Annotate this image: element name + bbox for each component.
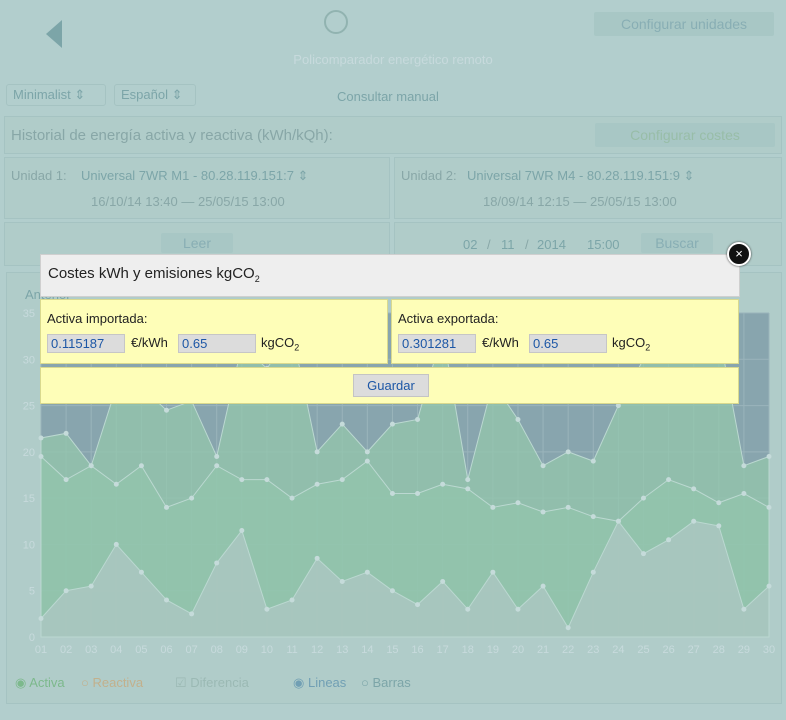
modal-title-sub: 2 bbox=[254, 274, 260, 284]
modal-title: Costes kWh y emisiones kgCO2 bbox=[48, 265, 260, 284]
exported-emission-unit: kgCO2 bbox=[612, 335, 650, 353]
exported-panel bbox=[391, 299, 739, 364]
exported-cost-unit: €/kWh bbox=[482, 335, 519, 350]
exported-cost-input[interactable]: 0.301281 bbox=[398, 334, 476, 353]
imported-emission-input[interactable]: 0.65 bbox=[178, 334, 256, 353]
imported-cost-unit: €/kWh bbox=[131, 335, 168, 350]
save-button[interactable]: Guardar bbox=[353, 374, 429, 397]
imported-label: Activa importada: bbox=[47, 311, 148, 326]
imported-panel bbox=[40, 299, 388, 364]
exported-emission-input[interactable]: 0.65 bbox=[529, 334, 607, 353]
exported-emission-unit-text: kgCO bbox=[612, 335, 646, 350]
imported-emission-unit: kgCO2 bbox=[261, 335, 299, 353]
exported-emission-unit-sub: 2 bbox=[645, 342, 651, 353]
imported-emission-unit-sub: 2 bbox=[294, 342, 300, 353]
imported-cost-input[interactable]: 0.115187 bbox=[47, 334, 125, 353]
close-icon[interactable]: × bbox=[727, 242, 751, 266]
modal-title-text: Costes kWh y emisiones kgCO bbox=[48, 265, 255, 282]
exported-label: Activa exportada: bbox=[398, 311, 499, 326]
modal-header: Costes kWh y emisiones kgCO2 bbox=[40, 254, 740, 297]
imported-emission-unit-text: kgCO bbox=[261, 335, 295, 350]
